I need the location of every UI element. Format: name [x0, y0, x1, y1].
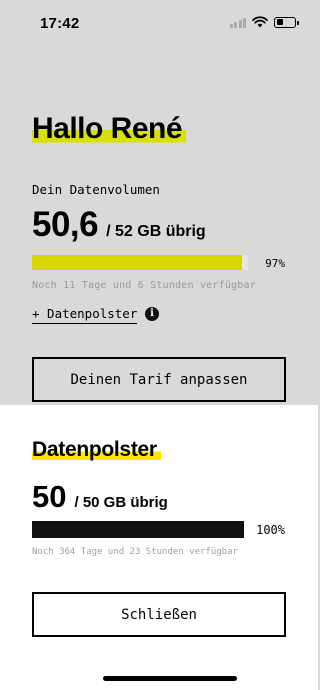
cellular-signal-icon — [229, 17, 246, 28]
battery-icon — [274, 16, 299, 28]
remaining-value: 50,6 — [32, 205, 99, 244]
sheet-remaining-total: / 50 GB übrig — [74, 494, 168, 511]
sheet-progress-percent: 100% — [256, 523, 285, 537]
sheet-title: Datenpolster — [32, 436, 161, 464]
adjust-tariff-button[interactable]: Deinen Tarif anpassen — [32, 357, 286, 402]
home-indicator — [103, 676, 237, 681]
datenpolster-sheet: Datenpolster 50 / 50 GB übrig 100% Noch … — [0, 405, 318, 690]
progress-fill — [32, 255, 242, 270]
greeting-title: Hallo René — [32, 110, 187, 148]
sheet-availability-text: Noch 364 Tage und 23 Stunden verfügbar — [32, 547, 238, 557]
status-icons — [229, 16, 299, 28]
status-bar: 17:42 — [0, 0, 318, 46]
datenpolster-link[interactable]: + Datenpolster — [32, 306, 138, 324]
sheet-remaining-value: 50 — [32, 479, 67, 514]
sheet-progress-bar — [32, 521, 244, 538]
remaining-total: / 52 GB übrig — [106, 223, 206, 240]
data-volume-label: Dein Datenvolumen — [32, 182, 160, 197]
availability-text: Noch 11 Tage und 6 Stunden verfügbar — [32, 280, 256, 291]
info-icon[interactable]: i — [145, 307, 159, 321]
data-volume-progress-bar — [32, 255, 248, 270]
progress-percent: 97% — [265, 257, 285, 270]
status-time: 17:42 — [40, 15, 80, 32]
sheet-progress-fill — [32, 521, 244, 538]
data-volume-amount: 50,6 / 52 GB übrig — [32, 205, 206, 245]
close-button[interactable]: Schließen — [32, 592, 286, 637]
wifi-icon — [252, 16, 268, 28]
sheet-amount: 50 / 50 GB übrig — [32, 479, 168, 515]
